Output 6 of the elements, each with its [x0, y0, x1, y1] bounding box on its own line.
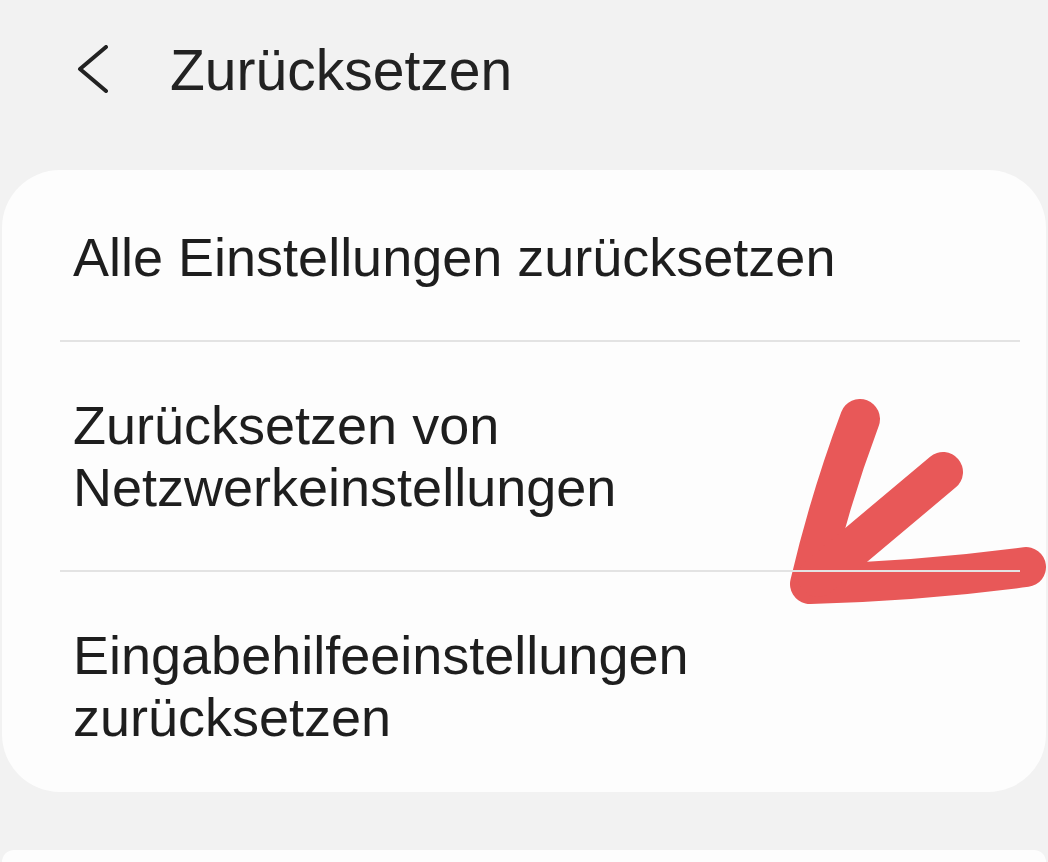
settings-item[interactable]: Eingabehilfeeinstellungen zurücksetzen	[60, 570, 1020, 792]
page-title: Zurücksetzen	[170, 38, 513, 102]
settings-item[interactable]: Alle Einstellungen zurücksetzen	[60, 174, 1020, 340]
back-icon	[76, 45, 110, 93]
settings-item[interactable]: Zurücksetzen von Netzwerkeinstellungen	[60, 340, 1020, 570]
back-button[interactable]	[76, 45, 110, 93]
